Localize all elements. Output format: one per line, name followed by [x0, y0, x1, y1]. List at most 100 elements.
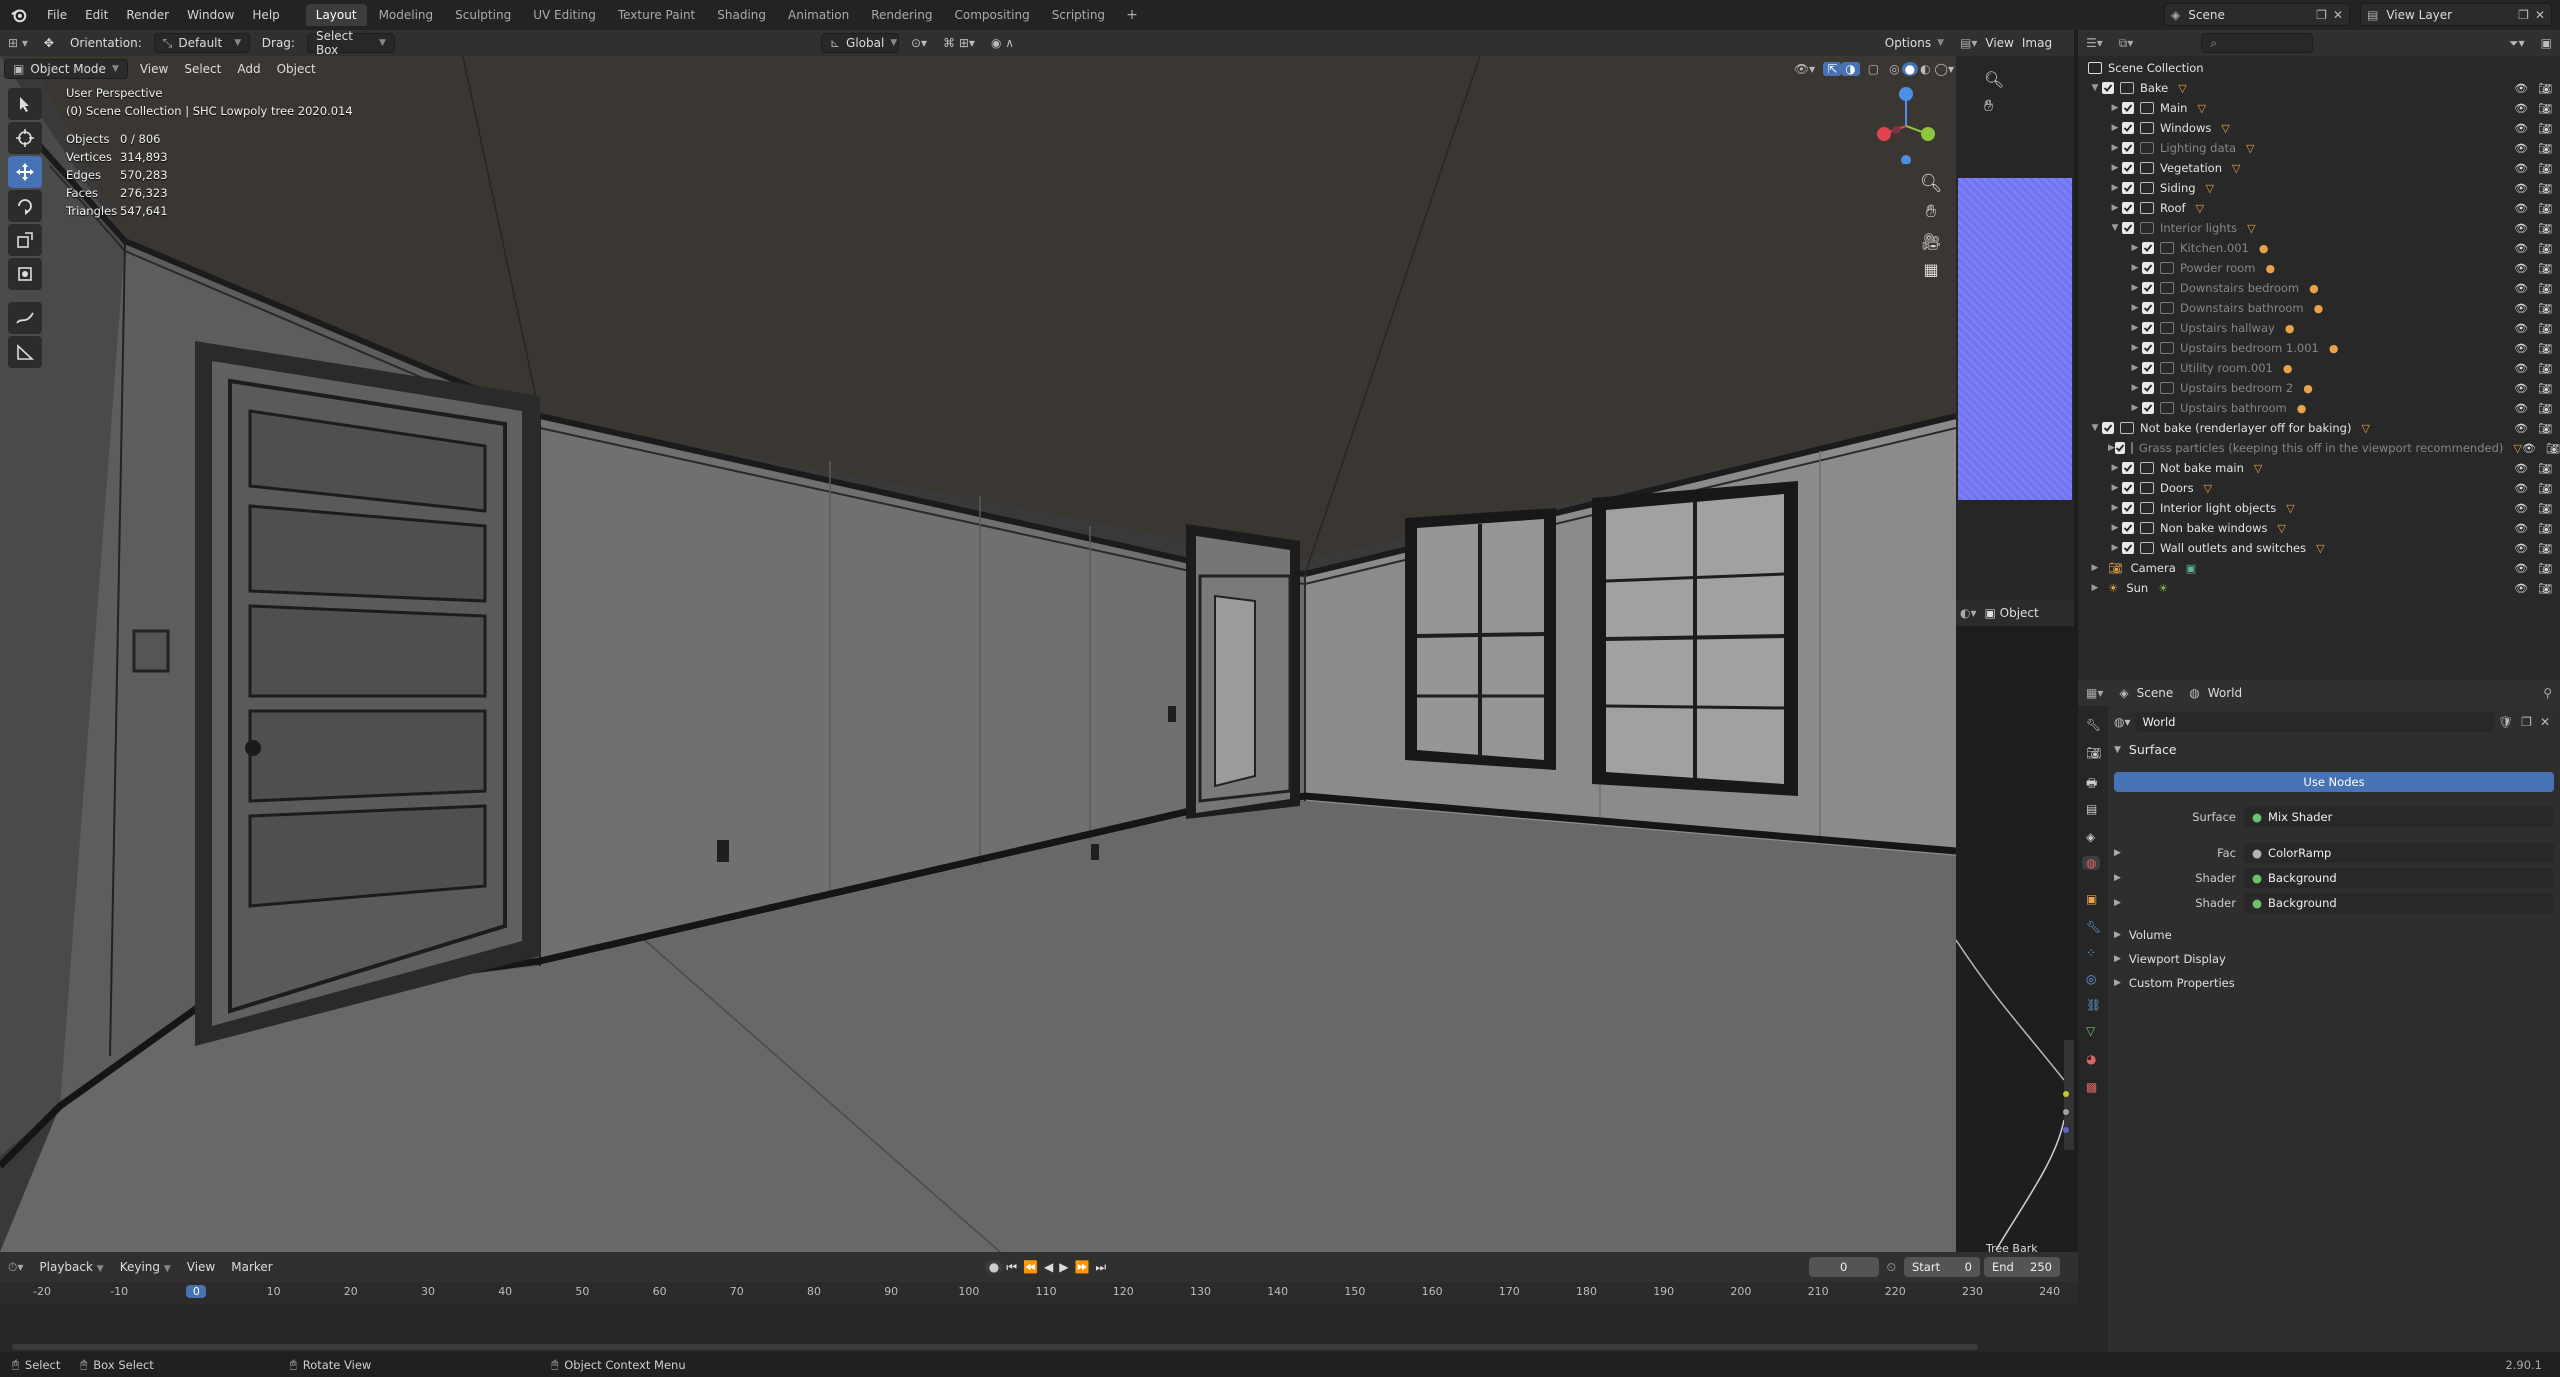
visibility-icon[interactable]: 👁︎	[2514, 402, 2528, 415]
disclosure-closed-icon[interactable]: ▶	[2108, 483, 2122, 493]
texture-tab-icon[interactable]: ▩	[2086, 1080, 2097, 1094]
disclosure-closed-icon[interactable]: ▶	[2128, 243, 2142, 253]
material-tab-icon[interactable]: ◕	[2086, 1052, 2096, 1066]
render-visibility-icon[interactable]: 📷︎	[2538, 102, 2552, 115]
visibility-icon[interactable]: 👁︎	[2514, 182, 2528, 195]
constraints-tab-icon[interactable]: ⛓︎	[2086, 998, 2101, 1012]
navigation-gizmo[interactable]	[1866, 84, 1946, 164]
menu-keying[interactable]: Keying ▼	[112, 1260, 179, 1274]
menu-help[interactable]: Help	[243, 0, 288, 30]
disclosure-closed-icon[interactable]: ▶	[2108, 523, 2122, 533]
node-editor-area[interactable]: ◐▾ ▣ Object Tree Bark	[1956, 600, 2074, 1255]
outliner-item[interactable]: ▶ Utility room.001 ● 👁︎ 📷︎	[2078, 358, 2560, 378]
options-dropdown[interactable]: Options ▼	[1876, 33, 1952, 53]
world-name-field[interactable]: World	[2134, 712, 2494, 732]
tab-animation[interactable]: Animation	[778, 4, 859, 26]
exclude-checkbox[interactable]	[2122, 202, 2134, 214]
menu-view[interactable]: View	[132, 62, 176, 76]
disclosure-closed-icon[interactable]: ▶	[2108, 183, 2122, 193]
exclude-checkbox[interactable]	[2122, 142, 2134, 154]
properties-panel[interactable]: ▦▾ ◈ Scene ◍ World ⚲ 🔧︎ 📷︎ 🖶︎ ▤ ◈ ◍ ▣ 🔧︎…	[2078, 680, 2560, 1352]
proportional-edit-icon[interactable]: ◉ ∧	[983, 36, 1022, 50]
render-visibility-icon[interactable]: 📷︎	[2538, 222, 2552, 235]
rotate-tool-icon[interactable]	[8, 190, 42, 222]
tab-uv-editing[interactable]: UV Editing	[523, 4, 606, 26]
viewport-display-section-header[interactable]: ▶ Viewport Display	[2114, 952, 2226, 966]
render-tab-icon[interactable]: 📷︎	[2086, 746, 2101, 760]
exclude-checkbox[interactable]	[2122, 482, 2134, 494]
jump-end-icon[interactable]: ⏭	[1092, 1260, 1109, 1275]
disclosure-open-icon[interactable]: ▼	[2088, 83, 2102, 93]
outliner-panel[interactable]: ☰▾ ⧉▾ ⌕ ⏷▾ ▣ Scene Collection ▼ Bake ▽ 👁︎ 📷︎ ▶…	[2078, 30, 2560, 680]
breadcrumb-world[interactable]: World	[2208, 686, 2250, 700]
xray-icon[interactable]: ▢	[1860, 62, 1887, 76]
expand-icon[interactable]: ▶	[2114, 848, 2124, 858]
physics-tab-icon[interactable]: ◎	[2086, 972, 2096, 986]
zoom-icon[interactable]: 🔍︎	[1984, 70, 2004, 89]
render-visibility-icon[interactable]: 📷︎	[2538, 302, 2552, 315]
visibility-icon[interactable]: 👁︎	[2514, 262, 2528, 275]
play-icon[interactable]: ▶	[1056, 1260, 1071, 1274]
menu-window[interactable]: Window	[178, 0, 243, 30]
next-keyframe-icon[interactable]: ⏩	[1071, 1260, 1092, 1274]
editor-type-icon[interactable]: ⊞ ▾	[0, 36, 36, 50]
render-visibility-icon[interactable]: 📷︎	[2538, 82, 2552, 95]
outliner-item[interactable]: ▶ 📷︎ Camera ▣ 👁︎ 📷︎	[2078, 558, 2560, 578]
transform-tool-icon[interactable]	[8, 258, 42, 290]
outliner-item[interactable]: ▶ Upstairs bathroom ● 👁︎ 📷︎	[2078, 398, 2560, 418]
exclude-checkbox[interactable]	[2142, 262, 2154, 274]
outliner-item[interactable]: ▶ Main ▽ 👁︎ 📷︎	[2078, 98, 2560, 118]
disclosure-closed-icon[interactable]: ▶	[2108, 143, 2122, 153]
editor-type-icon[interactable]: ☰▾	[2078, 36, 2111, 50]
outliner-scene-collection[interactable]: Scene Collection	[2088, 58, 2204, 78]
exclude-checkbox[interactable]	[2122, 182, 2134, 194]
outliner-item[interactable]: ▶ Upstairs bedroom 1.001 ● 👁︎ 📷︎	[2078, 338, 2560, 358]
menu-edit[interactable]: Edit	[76, 0, 117, 30]
world-tab-icon[interactable]: ◍	[2082, 856, 2101, 870]
annotate-tool-icon[interactable]	[8, 302, 42, 334]
tab-scripting[interactable]: Scripting	[1042, 4, 1115, 26]
exclude-checkbox[interactable]	[2142, 382, 2154, 394]
close-icon[interactable]: ✕	[2333, 8, 2343, 22]
visibility-icon[interactable]: 👁︎	[2514, 342, 2528, 355]
exclude-checkbox[interactable]	[2122, 162, 2134, 174]
tab-modeling[interactable]: Modeling	[369, 4, 444, 26]
tab-layout[interactable]: Layout	[305, 4, 367, 26]
render-visibility-icon[interactable]: 📷︎	[2538, 122, 2552, 135]
outliner-item[interactable]: ▶ Not bake main ▽ 👁︎ 📷︎	[2078, 458, 2560, 478]
current-frame-field[interactable]: 0	[1808, 1257, 1879, 1277]
disclosure-closed-icon[interactable]: ▶	[2108, 203, 2122, 213]
outliner-item[interactable]: ▶ Grass particles (keeping this off in th…	[2078, 438, 2560, 458]
visibility-icon[interactable]: 👁︎	[2522, 442, 2536, 455]
disclosure-closed-icon[interactable]: ▶	[2128, 343, 2142, 353]
outliner-item[interactable]: ▶ Powder room ● 👁︎ 📷︎	[2078, 258, 2560, 278]
particles-tab-icon[interactable]: ⁘	[2086, 946, 2096, 960]
tab-compositing[interactable]: Compositing	[944, 4, 1039, 26]
mode-dropdown[interactable]: ▣ Object Mode ▼	[4, 59, 128, 79]
move-tool-icon[interactable]	[8, 156, 42, 188]
render-visibility-icon[interactable]: 📷︎	[2538, 402, 2552, 415]
view-layer-selector[interactable]: ▤ View Layer ❐ ✕	[2360, 3, 2552, 26]
timeline-panel[interactable]: ⏱▾ Playback ▼ Keying ▼ View Marker ● ⏮ ⏪…	[0, 1252, 2078, 1352]
transform-orientation-dropdown[interactable]: ⊾ Global ▼	[820, 33, 899, 53]
overlays-icon[interactable]: ◑	[1841, 62, 1860, 76]
outliner-item[interactable]: ▶ Wall outlets and switches ▽ 👁︎ 📷︎	[2078, 538, 2560, 558]
outliner-item[interactable]: ▶ Vegetation ▽ 👁︎ 📷︎	[2078, 158, 2560, 178]
visibility-icon[interactable]: 👁︎	[2514, 162, 2528, 175]
copy-icon[interactable]: ❐	[2521, 715, 2532, 729]
volume-section-header[interactable]: ▶ Volume	[2114, 928, 2172, 942]
render-visibility-icon[interactable]: 📷︎	[2538, 522, 2552, 535]
outliner-item[interactable]: ▶ Interior light objects ▽ 👁︎ 📷︎	[2078, 498, 2560, 518]
disclosure-open-icon[interactable]: ▼	[2108, 223, 2122, 233]
cursor-tool-icon[interactable]	[8, 122, 42, 154]
orientation-dropdown[interactable]: ⤡ Default ▼	[153, 33, 250, 53]
render-visibility-icon[interactable]: 📷︎	[2538, 562, 2552, 575]
output-tab-icon[interactable]: 🖶︎	[2086, 774, 2097, 795]
render-visibility-icon[interactable]: 📷︎	[2538, 462, 2552, 475]
outliner-item[interactable]: ▼ Bake ▽ 👁︎ 📷︎	[2078, 78, 2560, 98]
timeline-scrollbar[interactable]	[12, 1344, 1978, 1350]
add-workspace-icon[interactable]: +	[1116, 7, 1148, 23]
jump-start-icon[interactable]: ⏮	[1003, 1260, 1020, 1275]
visibility-icon[interactable]: 👁︎	[2514, 502, 2528, 515]
render-visibility-icon[interactable]: 📷︎	[2538, 582, 2552, 595]
